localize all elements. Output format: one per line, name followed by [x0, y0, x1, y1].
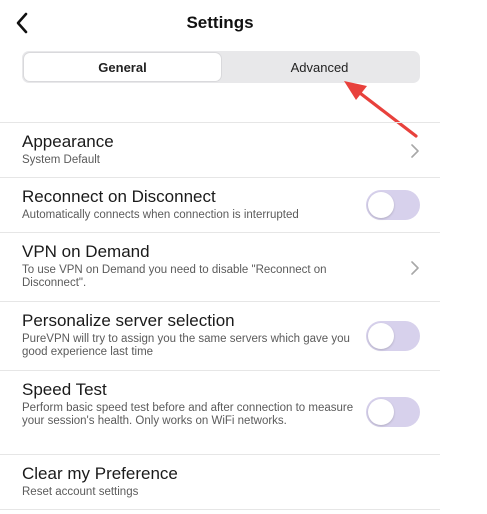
segmented-control: General Advanced — [22, 51, 420, 83]
setting-clear-my-preference[interactable]: Clear my Preference Reset account settin… — [0, 455, 440, 510]
settings-list: Appearance System Default Reconnect on D… — [0, 122, 440, 510]
reconnect-toggle[interactable] — [366, 190, 420, 220]
setting-appearance[interactable]: Appearance System Default — [0, 123, 440, 178]
setting-title: Speed Test — [22, 380, 107, 399]
setting-description: System Default — [22, 154, 100, 166]
setting-description: To use VPN on Demand you need to disable… — [22, 264, 327, 289]
toggle-knob — [368, 399, 394, 425]
setting-title: Clear my Preference — [22, 464, 178, 483]
setting-description: Perform basic speed test before and afte… — [22, 402, 354, 427]
setting-title: VPN on Demand — [22, 242, 150, 261]
setting-description: Automatically connects when connection i… — [22, 209, 299, 221]
speed-test-toggle[interactable] — [366, 397, 420, 427]
setting-vpn-on-demand[interactable]: VPN on Demand To use VPN on Demand you n… — [0, 233, 440, 302]
setting-title: Personalize server selection — [22, 311, 235, 330]
setting-personalize-server-selection: Personalize server selection PureVPN wil… — [0, 302, 440, 371]
chevron-right-icon — [411, 144, 419, 158]
setting-description: Reset account settings — [22, 486, 139, 498]
chevron-right-icon — [411, 261, 419, 275]
setting-title: Reconnect on Disconnect — [22, 187, 216, 206]
setting-speed-test: Speed Test Perform basic speed test befo… — [0, 371, 440, 455]
setting-description: PureVPN will try to assign you the same … — [22, 333, 350, 358]
header: Settings — [0, 0, 440, 46]
toggle-knob — [368, 323, 394, 349]
page-title: Settings — [186, 13, 254, 32]
personalize-toggle[interactable] — [366, 321, 420, 351]
tab-general[interactable]: General — [24, 53, 221, 81]
tab-advanced[interactable]: Advanced — [221, 53, 418, 81]
setting-reconnect-on-disconnect: Reconnect on Disconnect Automatically co… — [0, 178, 440, 233]
toggle-knob — [368, 192, 394, 218]
setting-title: Appearance — [22, 132, 114, 151]
